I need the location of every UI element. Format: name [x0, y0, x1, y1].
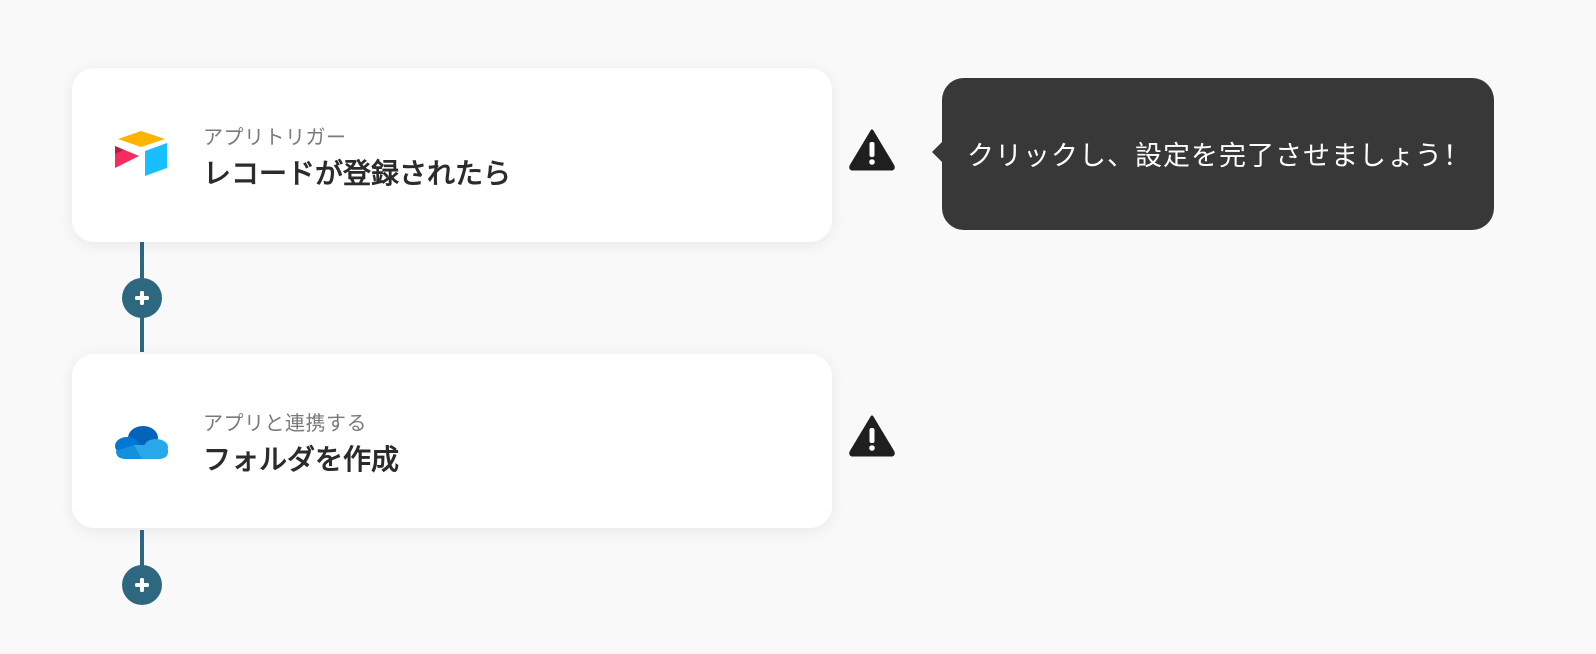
- step-kicker: アプリトリガー: [203, 125, 347, 149]
- plus-icon: [135, 578, 149, 592]
- step-title: レコードが登録されたら: [203, 157, 512, 190]
- setup-tooltip: クリックし、設定を完了させましょう！: [932, 78, 1494, 230]
- add-step-button[interactable]: [122, 565, 162, 605]
- tooltip-text: クリックし、設定を完了させましょう！: [967, 141, 1471, 172]
- airtable-logo-icon: [115, 131, 167, 176]
- warning-icon: [849, 129, 895, 171]
- onedrive-logo-icon: [115, 426, 168, 459]
- step-card-action[interactable]: アプリと連携する フォルダを作成: [72, 354, 832, 528]
- step-kicker: アプリと連携する: [203, 411, 367, 435]
- flow-canvas: アプリトリガー レコードが登録されたら クリックし、設定を完了させましょう！ ア…: [0, 0, 1596, 654]
- warning-icon: [849, 415, 895, 457]
- step-title: フォルダを作成: [203, 443, 400, 476]
- step-card-trigger[interactable]: アプリトリガー レコードが登録されたら: [72, 68, 832, 242]
- plus-icon: [135, 291, 149, 305]
- add-step-button[interactable]: [122, 278, 162, 318]
